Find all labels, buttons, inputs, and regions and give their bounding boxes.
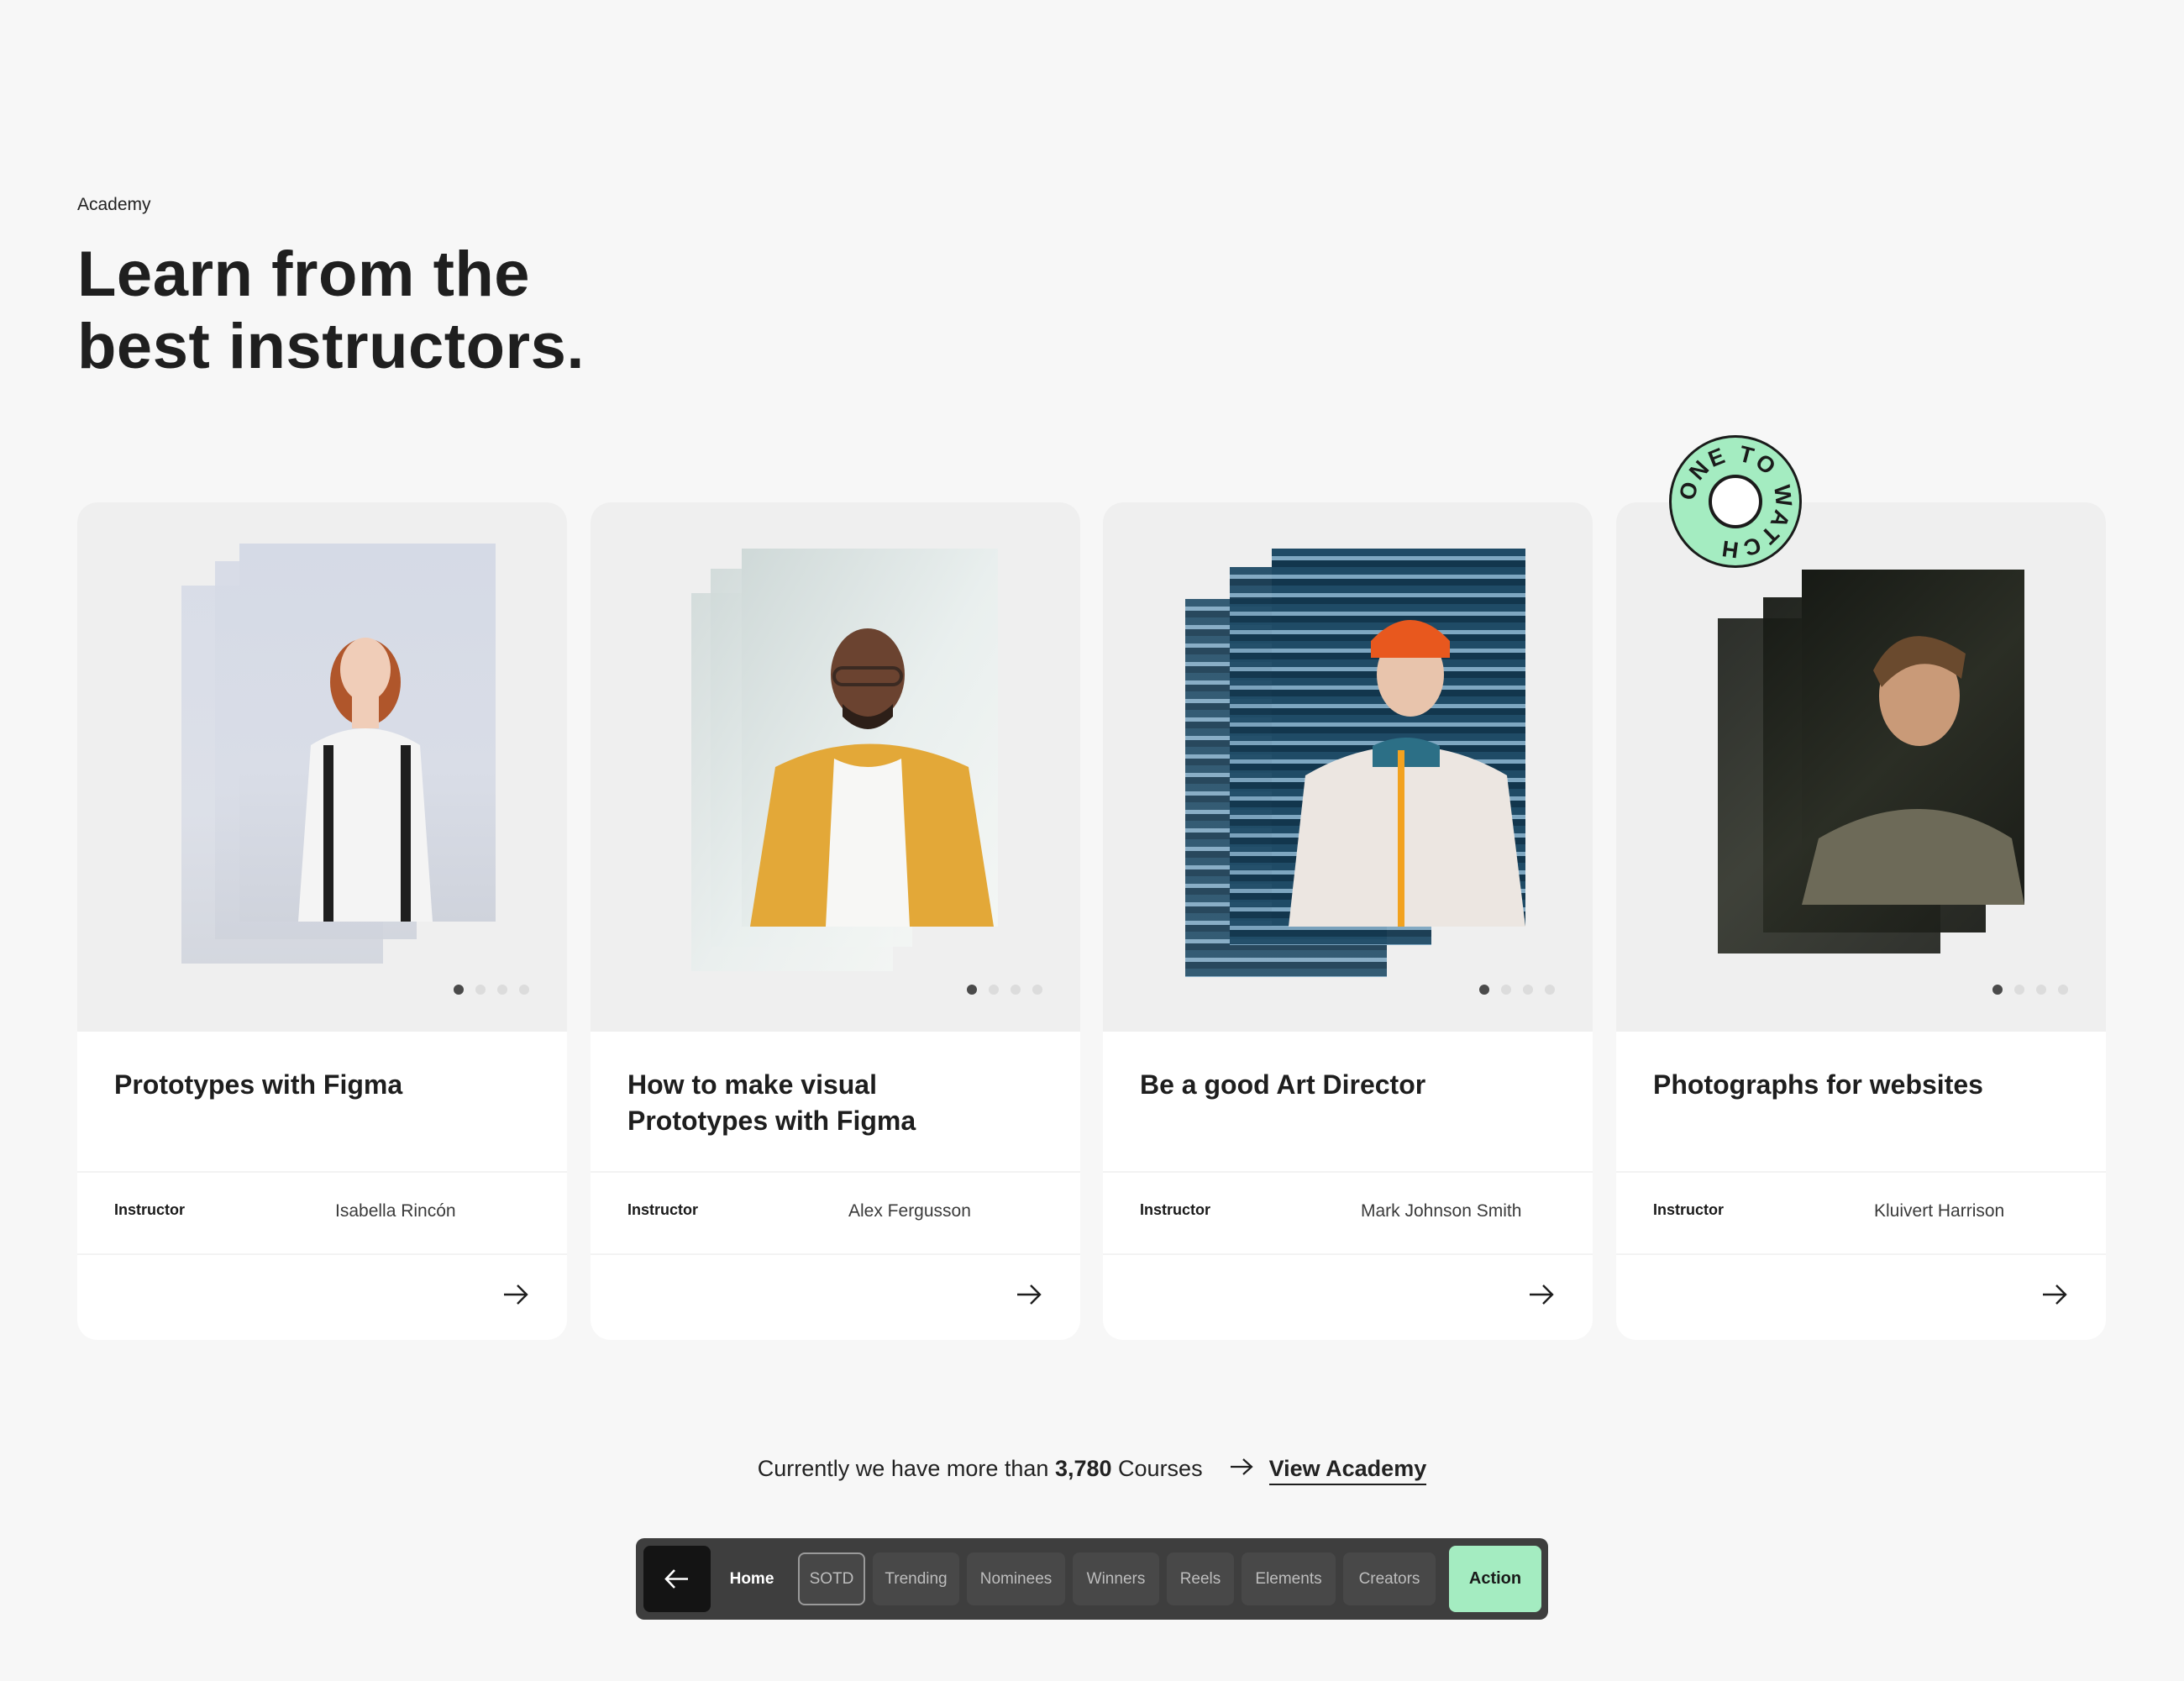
course-title[interactable]: Prototypes with Figma [114, 1067, 534, 1103]
nav-winners[interactable]: Winners [1073, 1552, 1159, 1605]
course-title-line-1: Photographs for websites [1653, 1069, 1983, 1100]
carousel-dot[interactable] [989, 985, 999, 995]
carousel-dot[interactable] [1032, 985, 1042, 995]
card-media [1616, 502, 2106, 1032]
carousel-dot[interactable] [2058, 985, 2068, 995]
instructor-label: Instructor [114, 1201, 186, 1218]
carousel-dot[interactable] [2036, 985, 2046, 995]
bottom-nav: Home SOTD Trending Nominees Winners Reel… [636, 1538, 1548, 1620]
course-title[interactable]: Photographs for websites [1653, 1067, 2073, 1103]
divider [77, 1253, 567, 1255]
headline-line-1: Learn from the [77, 239, 531, 310]
nav-reels[interactable]: Reels [1167, 1552, 1234, 1605]
view-academy-link[interactable]: View Academy [1268, 1456, 1427, 1485]
course-card[interactable]: How to make visual Prototypes with Figma… [591, 502, 1080, 1340]
course-title[interactable]: Be a good Art Director [1140, 1067, 1560, 1103]
carousel-dot[interactable] [497, 985, 507, 995]
carousel-dots[interactable] [454, 985, 529, 995]
carousel-dot[interactable] [1523, 985, 1533, 995]
course-title-line-1: Be a good Art Director [1140, 1069, 1426, 1100]
arrow-right-icon[interactable] [1527, 1282, 1556, 1307]
nav-elements[interactable]: Elements [1242, 1552, 1336, 1605]
action-button[interactable]: Action [1449, 1546, 1541, 1612]
nav-trending[interactable]: Trending [873, 1552, 959, 1605]
instructor-name: Isabella Rincón [335, 1201, 456, 1221]
instructor-photo [742, 549, 998, 927]
card-media [1103, 502, 1593, 1032]
nav-home[interactable]: Home [720, 1552, 784, 1605]
summary-text-before: Currently we have more than [757, 1456, 1055, 1481]
divider [1103, 1253, 1593, 1255]
carousel-dots[interactable] [967, 985, 1042, 995]
instructor-label: Instructor [627, 1201, 699, 1218]
divider [591, 1253, 1080, 1255]
section-eyebrow: Academy [77, 195, 151, 214]
divider [1616, 1171, 2106, 1173]
carousel-dots[interactable] [1479, 985, 1555, 995]
carousel-dot[interactable] [1479, 985, 1489, 995]
page-title: Learn from the best instructors. [77, 239, 917, 383]
instructor-photo [1802, 570, 2024, 905]
divider [1103, 1171, 1593, 1173]
arrow-right-icon[interactable] [1015, 1282, 1043, 1307]
course-card[interactable]: Photographs for websites Instructor Klui… [1616, 502, 2106, 1340]
nav-creators[interactable]: Creators [1343, 1552, 1436, 1605]
course-title-line-2: Prototypes with Figma [627, 1106, 916, 1136]
course-card[interactable]: Be a good Art Director Instructor Mark J… [1103, 502, 1593, 1340]
headline-line-2: best instructors. [77, 311, 585, 382]
divider [77, 1171, 567, 1173]
carousel-dot[interactable] [1011, 985, 1021, 995]
course-cards: Prototypes with Figma Instructor Isabell… [77, 502, 2107, 1340]
back-button[interactable] [643, 1546, 711, 1612]
instructor-label: Instructor [1653, 1201, 1725, 1218]
carousel-dot[interactable] [2014, 985, 2024, 995]
carousel-dot[interactable] [967, 985, 977, 995]
carousel-dots[interactable] [1992, 985, 2068, 995]
instructor-photo [1272, 549, 1525, 927]
instructor-photo [239, 544, 496, 922]
carousel-dot[interactable] [454, 985, 464, 995]
carousel-dot[interactable] [519, 985, 529, 995]
instructor-name: Mark Johnson Smith [1361, 1201, 1522, 1221]
instructor-name: Alex Fergusson [848, 1201, 971, 1221]
course-title-line-1: Prototypes with Figma [114, 1069, 403, 1100]
carousel-dot[interactable] [1992, 985, 2003, 995]
course-title-line-1: How to make visual [627, 1069, 877, 1100]
course-count: 3,780 [1054, 1456, 1112, 1481]
arrow-right-icon[interactable] [2040, 1282, 2069, 1307]
nav-sotd[interactable]: SOTD [798, 1552, 865, 1605]
instructor-label: Instructor [1140, 1201, 1211, 1218]
carousel-dot[interactable] [1501, 985, 1511, 995]
summary-text-after: Courses [1111, 1456, 1203, 1481]
instructor-name: Kluivert Harrison [1874, 1201, 2005, 1221]
card-media [591, 502, 1080, 1032]
arrow-left-icon [664, 1569, 688, 1589]
course-title[interactable]: How to make visual Prototypes with Figma [627, 1067, 1047, 1139]
divider [591, 1171, 1080, 1173]
carousel-dot[interactable] [1545, 985, 1555, 995]
arrow-right-icon [1229, 1457, 1254, 1483]
course-card[interactable]: Prototypes with Figma Instructor Isabell… [77, 502, 567, 1340]
arrow-right-icon[interactable] [501, 1282, 530, 1307]
one-to-watch-badge: ONE TO WATCH [1669, 435, 1802, 568]
card-media [77, 502, 567, 1032]
divider [1616, 1253, 2106, 1255]
carousel-dot[interactable] [475, 985, 486, 995]
nav-nominees[interactable]: Nominees [967, 1552, 1065, 1605]
courses-summary: Currently we have more than 3,780 Course… [0, 1456, 2184, 1485]
